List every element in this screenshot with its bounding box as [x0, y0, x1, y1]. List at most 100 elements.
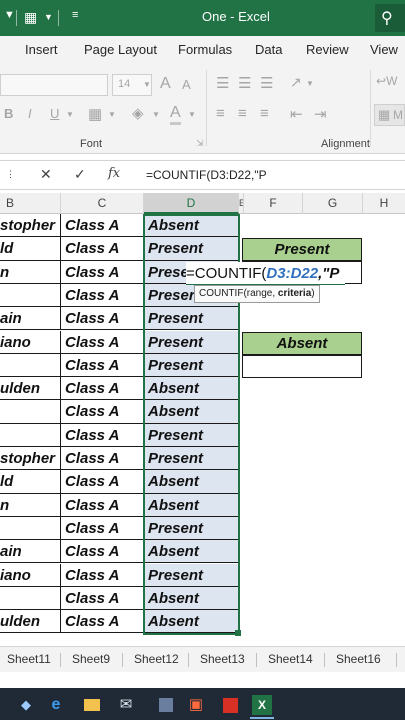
- in-cell-formula-editor[interactable]: =COUNTIF(D3:D22,"P: [186, 262, 346, 285]
- cell-status[interactable]: Absent: [144, 377, 239, 401]
- cell-name[interactable]: ulden: [0, 377, 61, 401]
- formula-input[interactable]: =COUNTIF(D3:D22,"P: [146, 168, 267, 182]
- absent-label-cell[interactable]: Absent: [242, 332, 362, 355]
- present-label-cell[interactable]: Present: [242, 238, 362, 261]
- column-header-f[interactable]: F: [244, 193, 303, 214]
- tooltip-function-signature[interactable]: COUNTIF(range,: [199, 288, 278, 299]
- cell-name[interactable]: [0, 423, 61, 447]
- cell-status[interactable]: Absent: [144, 540, 239, 564]
- enter-formula-button[interactable]: ✓: [74, 166, 86, 183]
- fill-color-dropdown-icon[interactable]: ▼: [152, 110, 160, 119]
- cell-class[interactable]: Class A: [61, 540, 144, 564]
- cell-status[interactable]: Present: [144, 423, 239, 447]
- sheet-tab-sheet11[interactable]: Sheet11: [7, 652, 51, 666]
- font-name-box[interactable]: [0, 74, 108, 96]
- edge-browser-icon[interactable]: e: [46, 695, 66, 715]
- cell-class[interactable]: Class A: [61, 493, 144, 517]
- wrap-text-button[interactable]: ↩W: [376, 74, 397, 88]
- column-header-c[interactable]: C: [61, 193, 144, 214]
- cell-status[interactable]: Present: [144, 307, 239, 331]
- cell-name[interactable]: ld: [0, 237, 61, 261]
- bold-button[interactable]: B: [4, 106, 13, 121]
- cell-class[interactable]: Class A: [61, 516, 144, 541]
- touch-mode-dropdown-icon[interactable]: ▼: [44, 12, 53, 22]
- cell-name[interactable]: ain: [0, 307, 61, 331]
- orientation-icon[interactable]: ↗: [290, 74, 302, 91]
- cell-class[interactable]: Class A: [61, 260, 144, 284]
- increase-indent-icon[interactable]: ⇥: [314, 105, 327, 123]
- column-header-b[interactable]: B: [0, 193, 61, 214]
- excel-taskbar-icon[interactable]: X: [252, 695, 272, 715]
- cell-name[interactable]: [0, 586, 61, 611]
- borders-icon[interactable]: ▦: [88, 105, 102, 123]
- cell-class[interactable]: Class A: [61, 610, 144, 634]
- cell-class[interactable]: Class A: [61, 447, 144, 471]
- start-button-icon[interactable]: ◆: [16, 695, 36, 715]
- align-center-icon[interactable]: ≡: [238, 105, 247, 122]
- sheet-tab-sheet14[interactable]: Sheet14: [268, 652, 313, 666]
- cell-class[interactable]: Class A: [61, 423, 144, 447]
- cell-name[interactable]: [0, 283, 61, 308]
- cell-class[interactable]: Class A: [61, 330, 144, 354]
- cell-status[interactable]: Absent: [144, 586, 239, 611]
- cell-name[interactable]: [0, 516, 61, 541]
- cell-status[interactable]: Absent: [144, 493, 239, 517]
- cell-name[interactable]: n: [0, 493, 61, 517]
- cell-name[interactable]: stopher: [0, 447, 61, 471]
- decrease-indent-icon[interactable]: ⇤: [290, 105, 303, 123]
- cancel-formula-button[interactable]: ✕: [40, 166, 52, 183]
- align-bottom-icon[interactable]: ☰: [260, 74, 273, 92]
- absent-count-cell[interactable]: [242, 355, 362, 378]
- align-right-icon[interactable]: ≡: [260, 105, 269, 122]
- cell-status[interactable]: Present: [144, 516, 239, 541]
- name-box-dropdown-icon[interactable]: ⋮: [6, 169, 15, 180]
- file-explorer-icon[interactable]: [82, 695, 102, 715]
- cell-status[interactable]: Absent: [144, 400, 239, 424]
- orientation-dropdown-icon[interactable]: ▼: [306, 79, 314, 88]
- cell-status[interactable]: Absent: [144, 610, 239, 634]
- cell-status[interactable]: Present: [144, 563, 239, 587]
- media-app-icon[interactable]: [156, 695, 176, 715]
- cell-status[interactable]: Present: [144, 330, 239, 354]
- tab-page-layout[interactable]: Page Layout: [84, 42, 157, 57]
- cell-status[interactable]: Present: [144, 237, 239, 261]
- search-button[interactable]: ⚲: [375, 4, 405, 32]
- underline-button[interactable]: U: [50, 106, 59, 121]
- cell-name[interactable]: [0, 400, 61, 424]
- align-middle-icon[interactable]: ☰: [238, 74, 251, 92]
- align-top-icon[interactable]: ☰: [216, 74, 229, 92]
- cell-name[interactable]: iano: [0, 563, 61, 587]
- cell-name[interactable]: n: [0, 260, 61, 284]
- borders-dropdown-icon[interactable]: ▼: [108, 110, 116, 119]
- tab-review[interactable]: Review: [306, 42, 349, 57]
- fill-handle[interactable]: [235, 630, 241, 636]
- tab-insert[interactable]: Insert: [25, 42, 58, 57]
- column-header-g[interactable]: G: [303, 193, 363, 214]
- sheet-tab-sheet13[interactable]: Sheet13: [200, 652, 245, 666]
- font-dialog-launcher-icon[interactable]: ⇲: [196, 138, 204, 149]
- italic-button[interactable]: I: [28, 106, 32, 121]
- grow-font-button[interactable]: A: [160, 75, 171, 93]
- column-header-d[interactable]: D: [144, 193, 239, 214]
- cell-name[interactable]: ld: [0, 470, 61, 494]
- cell-class[interactable]: Class A: [61, 237, 144, 261]
- tab-view[interactable]: View: [370, 42, 398, 57]
- pdf-app-icon[interactable]: [220, 695, 240, 715]
- cell-name[interactable]: [0, 353, 61, 378]
- cell-class[interactable]: Class A: [61, 400, 144, 424]
- office-app-icon[interactable]: ▣: [186, 695, 206, 715]
- cell-class[interactable]: Class A: [61, 283, 144, 308]
- undo-dropdown-icon[interactable]: ▼: [4, 9, 15, 21]
- align-left-icon[interactable]: ≡: [216, 105, 225, 122]
- customize-qat-icon[interactable]: ≡: [72, 9, 78, 21]
- sheet-tab-sheet16[interactable]: Sheet16: [336, 652, 381, 666]
- font-size-box[interactable]: 14 ▼: [112, 74, 152, 96]
- cell-class[interactable]: Class A: [61, 214, 144, 238]
- underline-dropdown-icon[interactable]: ▼: [66, 110, 74, 119]
- cell-status[interactable]: Present: [144, 353, 239, 378]
- cell-class[interactable]: Class A: [61, 307, 144, 331]
- tab-data[interactable]: Data: [255, 42, 282, 57]
- cell-class[interactable]: Class A: [61, 353, 144, 378]
- cell-status[interactable]: Absent: [144, 470, 239, 494]
- fill-color-icon[interactable]: ◈: [132, 104, 144, 122]
